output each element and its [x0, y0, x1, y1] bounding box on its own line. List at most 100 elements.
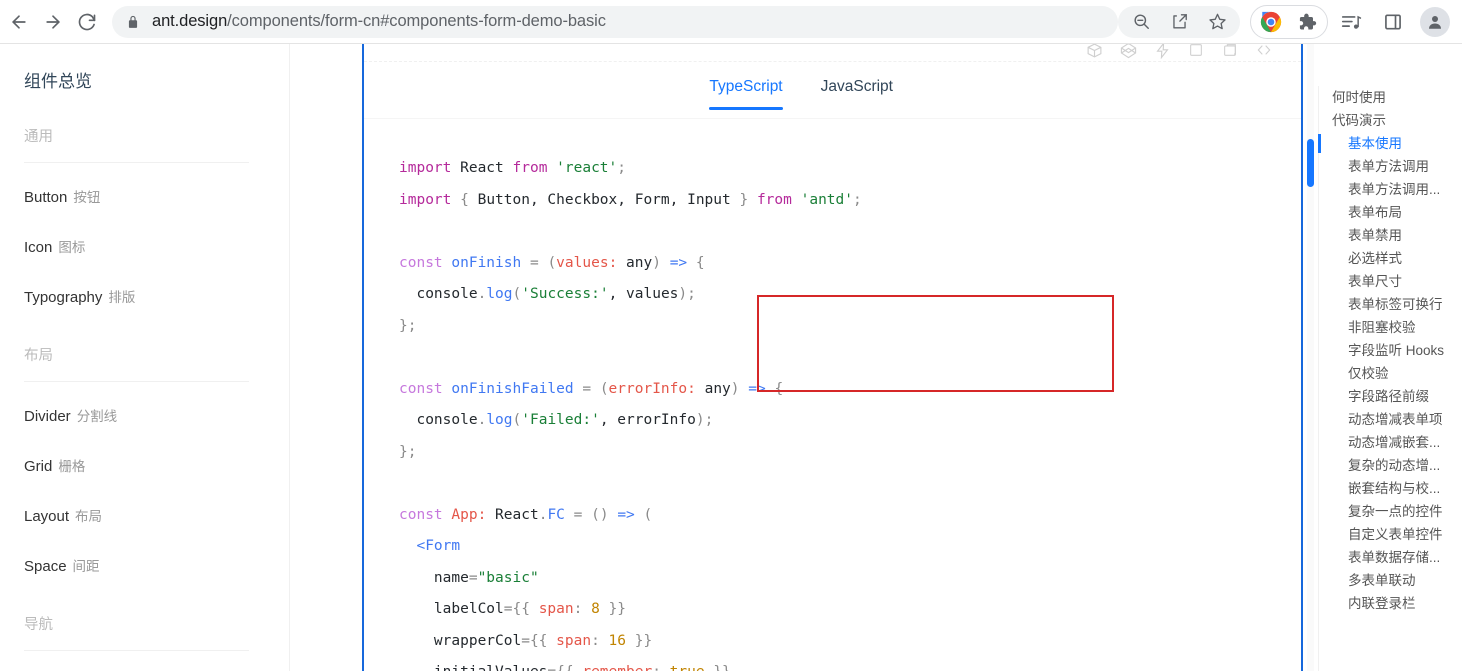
code-line: const App: React.FC = () => (: [399, 500, 1301, 532]
code-token: ;: [853, 191, 862, 208]
bookmark-star-icon[interactable]: [1198, 6, 1236, 38]
code-token: :: [608, 254, 618, 271]
toc-item[interactable]: 表单方法调用...: [1318, 178, 1462, 201]
toc-item[interactable]: 多表单联动: [1318, 569, 1462, 592]
toc-item[interactable]: 表单禁用: [1318, 224, 1462, 247]
toc-item[interactable]: 复杂的动态增...: [1318, 454, 1462, 477]
code-token: FC: [547, 506, 565, 523]
code-token: <Form: [416, 538, 461, 554]
sidebar-item-grid[interactable]: Grid 栅格: [24, 442, 289, 492]
stackblitz-icon[interactable]: [1145, 44, 1179, 61]
code-token: log: [486, 286, 513, 302]
code-token: ): [730, 380, 740, 397]
sidebar-item-label: Icon: [24, 239, 53, 256]
sidebar-item-space[interactable]: Space 间距: [24, 542, 289, 592]
sidebar-item-label-cn: 间距: [72, 559, 100, 574]
code-token: 'react': [556, 160, 618, 176]
external-link-icon[interactable]: [1179, 44, 1213, 61]
code-token: {{: [512, 601, 530, 617]
code-token: any: [617, 254, 653, 271]
extensions-puzzle-icon[interactable]: [1289, 7, 1325, 37]
tab-typescript[interactable]: TypeScript: [709, 72, 783, 110]
code-block[interactable]: import React from 'react'; import { Butto…: [364, 121, 1301, 671]
sidebar-item-button[interactable]: Button 按钮: [24, 173, 289, 223]
code-token: errorInfo: [608, 380, 688, 397]
code-token: ;: [704, 412, 714, 428]
omnibox-action-group: [1118, 5, 1240, 38]
code-icon[interactable]: [1247, 44, 1281, 61]
share-icon[interactable]: [1160, 6, 1198, 38]
reading-list-icon[interactable]: [1332, 3, 1370, 41]
code-token: }: [399, 317, 408, 334]
sidebar-item-typography[interactable]: Typography 排版: [24, 273, 289, 323]
toc-item[interactable]: 嵌套结构与校...: [1318, 477, 1462, 500]
component-nav-sidebar[interactable]: 组件总览 通用 Button 按钮 Icon 图标 Typography 排版 布局 Divide…: [0, 44, 290, 671]
profile-avatar-icon[interactable]: [1420, 6, 1450, 37]
code-token: , errorInfo: [599, 412, 696, 428]
sidebar-item-divider[interactable]: Divider 分割线: [24, 392, 289, 442]
codesandbox-icon[interactable]: [1077, 44, 1111, 61]
sidebar-item-label-cn: 排版: [108, 290, 136, 305]
tab-javascript[interactable]: JavaScript: [821, 72, 893, 110]
code-token: =: [521, 632, 530, 649]
toc-item[interactable]: 必选样式: [1318, 247, 1462, 270]
copy-icon[interactable]: [1213, 44, 1247, 61]
toc-item[interactable]: 基本使用: [1318, 132, 1462, 155]
side-panel-icon[interactable]: [1374, 3, 1412, 41]
sidebar-item-icon[interactable]: Icon 图标: [24, 223, 289, 273]
toc-item[interactable]: 表单标签可换行: [1318, 293, 1462, 316]
toc-item[interactable]: 复杂一点的控件: [1318, 500, 1462, 523]
reload-icon[interactable]: [70, 5, 104, 39]
toc-item[interactable]: 何时使用: [1318, 86, 1462, 109]
forward-arrow-icon[interactable]: [36, 5, 70, 39]
zoom-out-icon[interactable]: [1122, 6, 1160, 38]
code-language-tabs[interactable]: TypeScript JavaScript: [364, 63, 1301, 119]
component-overview-link[interactable]: 组件总览: [24, 44, 289, 104]
toc-item[interactable]: 动态增减表单项: [1318, 408, 1462, 431]
toc-item[interactable]: 字段路径前缀: [1318, 385, 1462, 408]
code-token: const: [399, 506, 443, 523]
code-token: :: [687, 380, 696, 397]
code-token: =: [468, 569, 478, 586]
toc-item[interactable]: 代码演示: [1318, 109, 1462, 132]
code-token: (: [512, 412, 522, 428]
page-scrollbar-thumb[interactable]: [1307, 139, 1314, 187]
chrome-colored-icon[interactable]: [1253, 7, 1289, 37]
codepen-icon[interactable]: [1111, 44, 1145, 61]
toc-item[interactable]: 表单尺寸: [1318, 270, 1462, 293]
sidebar-item-label: Divider: [24, 408, 71, 425]
code-token: }}: [713, 664, 730, 671]
toc-item[interactable]: 仅校验: [1318, 362, 1462, 385]
sidebar-item-layout[interactable]: Layout 布局: [24, 492, 289, 542]
toc-item[interactable]: 表单数据存储...: [1318, 546, 1462, 569]
toc-item[interactable]: 内联登录栏: [1318, 592, 1462, 615]
toc-item[interactable]: 非阻塞校验: [1318, 316, 1462, 339]
code-line: <Form: [399, 531, 1301, 563]
address-bar[interactable]: ant.design/components/form-cn#components…: [112, 5, 1118, 38]
code-token: =>: [748, 380, 766, 397]
code-token: =: [529, 254, 539, 271]
toc-item[interactable]: 表单方法调用: [1318, 155, 1462, 178]
code-token: 8: [591, 601, 600, 617]
code-token: from: [512, 160, 548, 176]
code-token: import: [399, 191, 452, 208]
toc-item[interactable]: 表单布局: [1318, 201, 1462, 224]
toc-item[interactable]: 字段监听 Hooks: [1318, 339, 1462, 362]
page-scrollbar[interactable]: [1307, 44, 1314, 671]
code-line: };: [399, 437, 1301, 469]
toc-item[interactable]: 动态增减嵌套...: [1318, 431, 1462, 454]
code-token: ;: [687, 286, 696, 302]
back-arrow-icon[interactable]: [2, 5, 36, 39]
toc-item[interactable]: 自定义表单控件: [1318, 523, 1462, 546]
table-of-contents[interactable]: 何时使用 代码演示 基本使用 表单方法调用 表单方法调用... 表单布局 表单禁用 必选样式表…: [1318, 44, 1462, 671]
code-token: true: [670, 664, 705, 671]
